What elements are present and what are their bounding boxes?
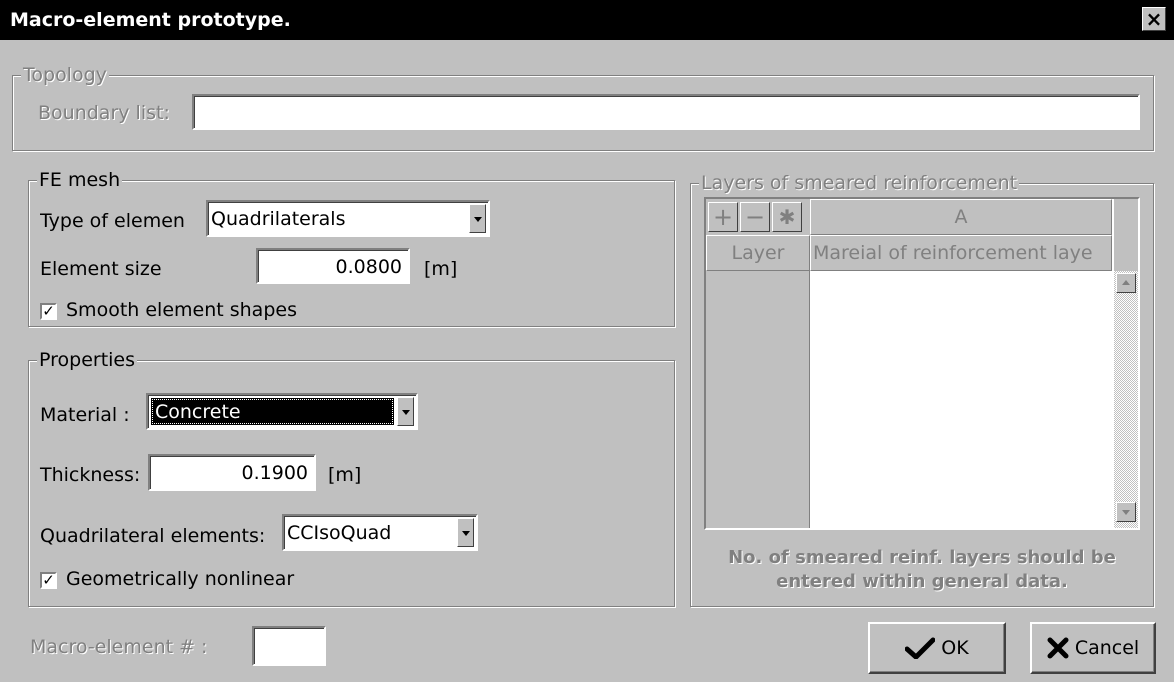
asterisk-icon: ✱ xyxy=(778,205,796,229)
x-icon xyxy=(1047,637,1069,659)
element-type-select[interactable]: Quadrilaterals xyxy=(206,200,490,237)
ok-button[interactable]: OK xyxy=(868,622,1006,674)
layers-note: No. of smeared reinf. layers should be e… xyxy=(728,547,1116,592)
chevron-down-icon xyxy=(1122,510,1130,515)
macro-element-label: Macro-element # : xyxy=(30,636,208,658)
close-button[interactable]: × xyxy=(1142,7,1166,31)
element-size-input[interactable]: 0.0800 xyxy=(256,248,410,284)
column-header-a[interactable]: A xyxy=(810,199,1112,235)
macro-element-input[interactable] xyxy=(252,626,326,666)
material-label: Material : xyxy=(40,404,130,426)
row-header-layer: Layer xyxy=(706,235,810,271)
material-select[interactable]: Concrete xyxy=(146,393,418,430)
smooth-shapes-label: Smooth element shapes xyxy=(66,299,297,321)
remove-row-button[interactable]: − xyxy=(740,202,770,232)
column-title-material: Mareial of reinforcement laye xyxy=(810,235,1112,271)
chevron-down-icon[interactable] xyxy=(397,397,414,426)
fe-mesh-legend: FE mesh xyxy=(37,169,123,191)
layers-legend: Layers of smeared reinforcement xyxy=(699,172,1020,194)
cancel-label: Cancel xyxy=(1074,637,1140,659)
ok-label: OK xyxy=(941,637,969,659)
element-size-unit: [m] xyxy=(424,258,458,280)
close-icon: × xyxy=(1145,7,1163,31)
vertical-scrollbar[interactable] xyxy=(1114,199,1138,528)
checkmark-icon xyxy=(905,637,936,659)
topology-legend: Topology xyxy=(21,64,109,86)
cancel-button[interactable]: Cancel xyxy=(1030,622,1156,674)
row-header-column xyxy=(706,271,810,528)
boundary-list-label: Boundary list: xyxy=(38,102,170,124)
layers-grid[interactable]: + − ✱ A Layer Mareial of reinforcement l… xyxy=(704,197,1140,530)
nonlinear-checkbox[interactable]: ✓ xyxy=(40,572,57,589)
properties-legend: Properties xyxy=(37,349,138,371)
title-bar: Macro-element prototype. × xyxy=(0,0,1174,40)
thickness-label: Thickness: xyxy=(40,464,141,486)
window-title: Macro-element prototype. xyxy=(10,9,291,31)
boundary-list-input[interactable] xyxy=(192,94,1140,130)
thickness-unit: [m] xyxy=(328,464,362,486)
star-button[interactable]: ✱ xyxy=(772,202,802,232)
chevron-down-icon[interactable] xyxy=(457,518,474,547)
nonlinear-label: Geometrically nonlinear xyxy=(66,568,295,590)
scroll-up-button[interactable] xyxy=(1116,273,1136,293)
quad-elements-select[interactable]: CCIsoQuad xyxy=(282,514,478,551)
plus-icon: + xyxy=(712,203,734,231)
scroll-down-button[interactable] xyxy=(1116,502,1136,522)
element-size-label: Element size xyxy=(40,258,162,280)
chevron-up-icon xyxy=(1122,280,1130,285)
quad-elements-label: Quadrilateral elements: xyxy=(40,525,266,547)
chevron-down-icon[interactable] xyxy=(469,204,486,233)
thickness-input[interactable]: 0.1900 xyxy=(148,454,316,491)
add-row-button[interactable]: + xyxy=(708,202,738,232)
grid-toolbar: + − ✱ xyxy=(706,199,810,235)
minus-icon: − xyxy=(744,203,766,231)
smooth-shapes-checkbox[interactable]: ✓ xyxy=(40,303,57,320)
element-type-label: Type of elemen xyxy=(40,210,185,232)
